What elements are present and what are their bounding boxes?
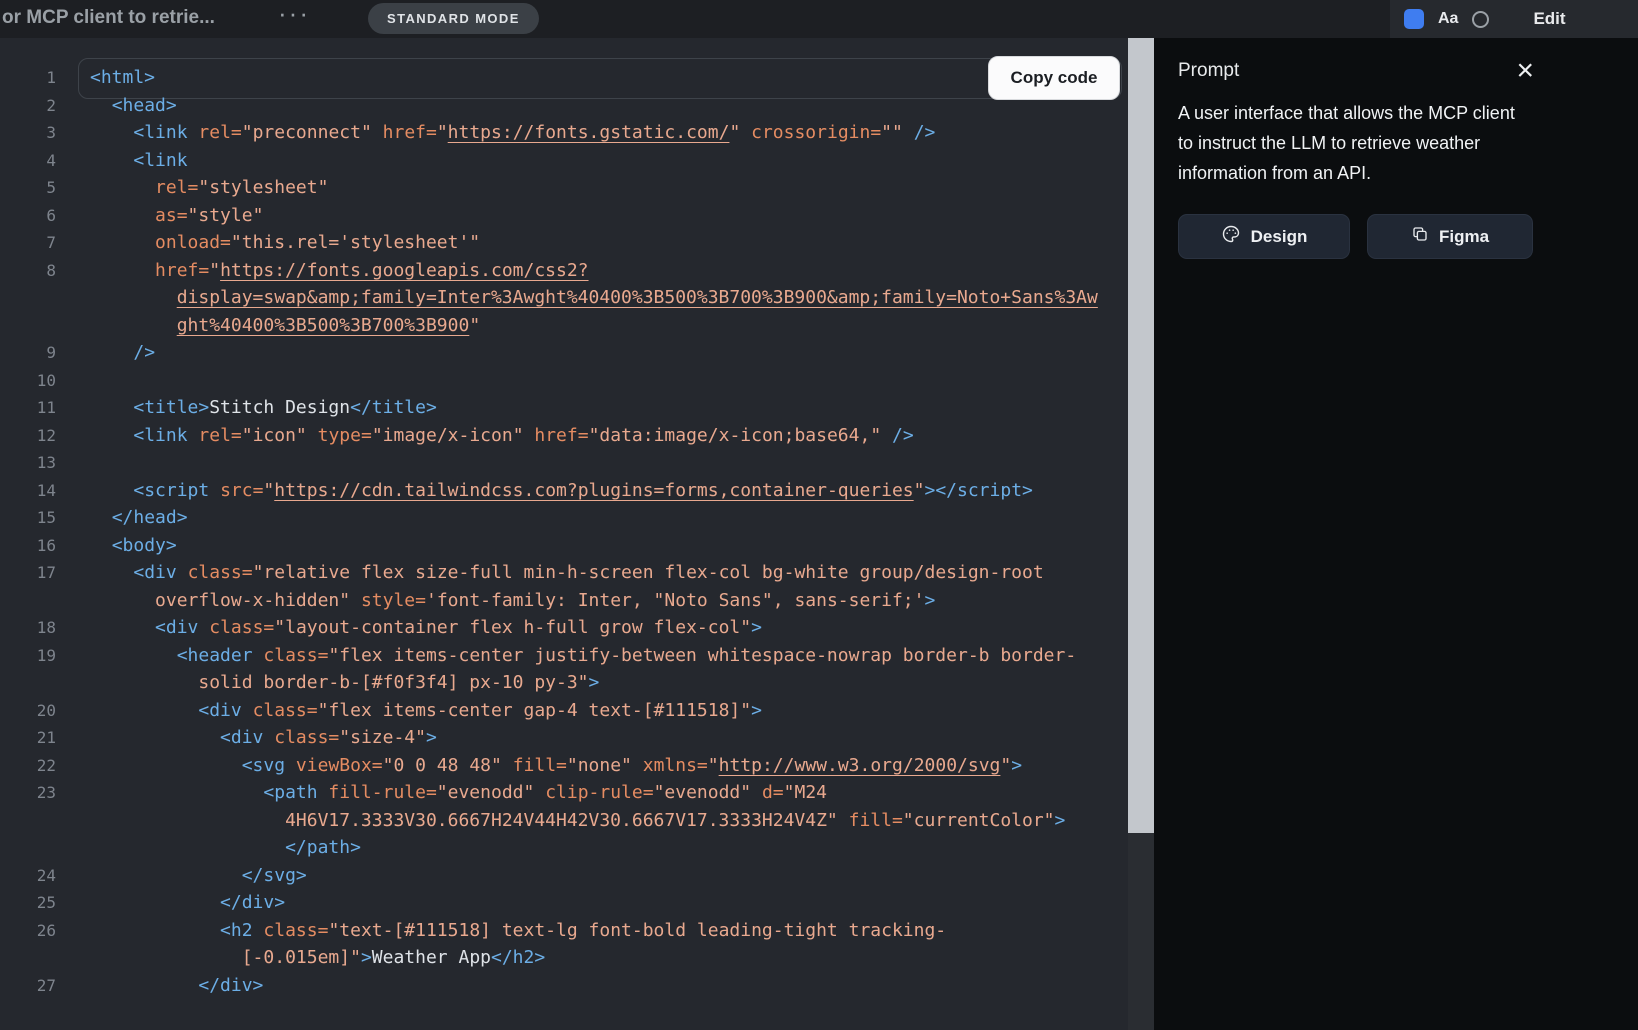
prompt-description: A user interface that allows the MCP cli… (1178, 103, 1515, 183)
code-line: 14 <script src="https://cdn.tailwindcss.… (0, 477, 1122, 505)
code-line: 11 <title>Stitch Design</title> (0, 394, 1122, 422)
theme-circle-icon[interactable] (1472, 10, 1490, 28)
code-line: [-0.015em]">Weather App</h2> (0, 944, 1122, 972)
code-line: 16 <body> (0, 532, 1122, 560)
code-line: 8 href="https://fonts.googleapis.com/css… (0, 257, 1122, 285)
line-number: 19 (36, 645, 56, 665)
code-line: 12 <link rel="icon" type="image/x-icon" … (0, 422, 1122, 450)
code-line: 20 <div class="flex items-center gap-4 t… (0, 697, 1122, 725)
edit-button[interactable]: Edit (1533, 9, 1565, 29)
code-line: 9 /> (0, 339, 1122, 367)
code-line: 24 </svg> (0, 862, 1122, 890)
code-line: overflow-x-hidden" style='font-family: I… (0, 587, 1122, 615)
line-number (0, 834, 56, 862)
prompt-header: Prompt × (1178, 56, 1614, 86)
figma-button-label: Figma (1438, 226, 1490, 246)
code-line: 21 <div class="size-4"> (0, 724, 1122, 752)
code-line: 19 <header class="flex items-center just… (0, 642, 1122, 670)
code-line: 17 <div class="relative flex size-full m… (0, 559, 1122, 587)
code-line: 22 <svg viewBox="0 0 48 48" fill="none" … (0, 752, 1122, 780)
figma-icon (1411, 225, 1429, 248)
design-button-label: Design (1250, 226, 1308, 246)
appearance-toolbar: Aa Edit (1390, 0, 1638, 38)
line-number: 13 (36, 453, 56, 472)
line-number: 9 (46, 343, 56, 362)
line-number: 14 (36, 480, 56, 500)
line-number: 4 (46, 150, 56, 170)
code-line: 25 </div> (0, 889, 1122, 917)
line-number: 11 (36, 398, 56, 417)
prompt-title: Prompt (1178, 60, 1240, 81)
code-line: 23 <path fill-rule="evenodd" clip-rule="… (0, 779, 1122, 807)
code-lines: 1 <html> 2 <head> 3 <link rel="preconnect" … (0, 64, 1122, 999)
line-number: 17 (36, 563, 56, 582)
code-line: display=swap&amp;family=Inter%3Awght%404… (0, 284, 1122, 312)
line-number: 2 (46, 95, 56, 115)
line-number: 24 (36, 865, 56, 885)
code-line: 4H6V17.3333V30.6667H24V44H42V30.6667V17.… (0, 807, 1122, 835)
code-scrollbar[interactable] (1128, 38, 1154, 1030)
line-number: 3 (46, 123, 56, 142)
line-number: 20 (36, 700, 56, 720)
code-line: </path> (0, 834, 1122, 862)
scrollbar-thumb[interactable] (1128, 38, 1154, 833)
code-line: 6 as="style" (0, 202, 1122, 230)
code-line: 10 (0, 367, 1122, 395)
design-button[interactable]: Design (1178, 214, 1350, 259)
standard-mode-badge[interactable]: STANDARD MODE (368, 3, 539, 34)
code-line: 3 <link rel="preconnect" href="https://f… (0, 119, 1122, 147)
line-number: 5 (46, 178, 56, 197)
prompt-actions: Design Figma (1178, 214, 1614, 259)
line-number: 6 (46, 205, 56, 225)
code-line: 26 <h2 class="text-[#111518] text-lg fon… (0, 917, 1122, 945)
line-number (0, 587, 56, 615)
code-line: 13 (0, 449, 1122, 477)
line-number: 25 (36, 893, 56, 912)
line-number: 7 (46, 233, 56, 252)
more-options-icon[interactable]: ··· (278, 0, 310, 29)
line-number: 21 (36, 728, 56, 747)
line-number: 18 (36, 618, 56, 637)
line-number (0, 807, 56, 835)
top-bar: or MCP client to retrie... ··· STANDARD … (0, 0, 1638, 38)
line-number: 8 (46, 260, 56, 280)
code-line: 5 rel="stylesheet" (0, 174, 1122, 202)
code-panel: 1 <html> 2 <head> 3 <link rel="preconnect" … (0, 38, 1154, 1030)
code-line: 18 <div class="layout-container flex h-f… (0, 614, 1122, 642)
code-line: 2 <head> (0, 92, 1122, 120)
line-number (0, 944, 56, 972)
line-number (0, 669, 56, 697)
document-title: or MCP client to retrie... (2, 7, 215, 28)
line-number: 22 (36, 755, 56, 775)
code-line: 1 <html> (0, 64, 1122, 92)
line-number: 26 (36, 920, 56, 940)
copy-code-button[interactable]: Copy code (988, 56, 1120, 100)
line-number: 23 (36, 783, 56, 802)
font-size-toggle[interactable]: Aa (1438, 10, 1458, 28)
close-icon[interactable]: × (1516, 56, 1534, 86)
code-line: 15 </head> (0, 504, 1122, 532)
line-number: 10 (36, 370, 56, 390)
code-line: solid border-b-[#f0f3f4] px-10 py-3"> (0, 669, 1122, 697)
line-number: 15 (36, 508, 56, 527)
code-line: 4 <link (0, 147, 1122, 175)
line-number: 1 (46, 68, 56, 87)
palette-icon (1221, 224, 1241, 249)
color-swatch-icon[interactable] (1404, 9, 1424, 29)
code-line: ght%40400%3B500%3B700%3B900" (0, 312, 1122, 340)
figma-button[interactable]: Figma (1367, 214, 1533, 259)
code-line: 7 onload="this.rel='stylesheet'" (0, 229, 1122, 257)
line-number: 27 (36, 975, 56, 995)
prompt-panel: Prompt × A user interface that allows th… (1154, 38, 1638, 1030)
line-number (0, 312, 56, 340)
code-line: 27 </div> (0, 972, 1122, 1000)
line-number: 12 (36, 425, 56, 445)
line-number (0, 284, 56, 312)
line-number: 16 (36, 535, 56, 555)
